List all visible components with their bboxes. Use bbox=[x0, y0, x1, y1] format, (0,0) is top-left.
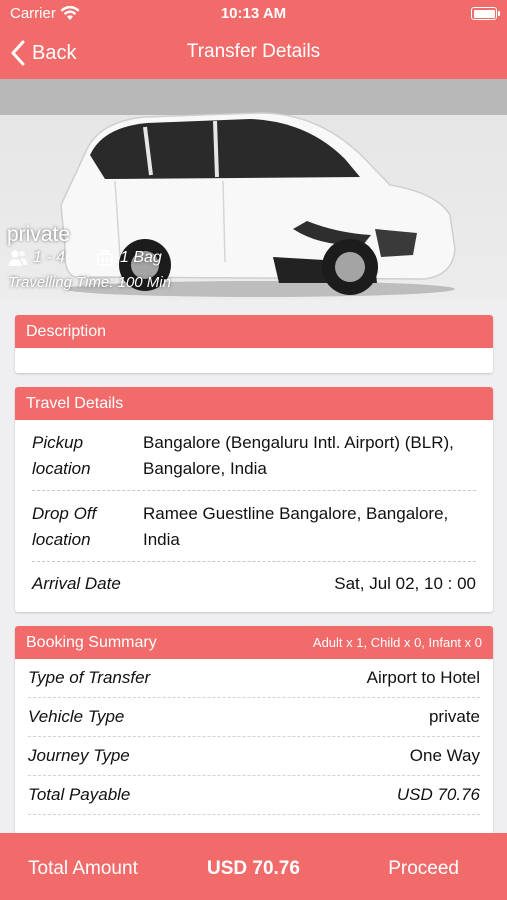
vehicle-hero: private 1 - 4 1 Bag Travelling Time: 100… bbox=[0, 79, 507, 300]
vehicle-capacity: 1 - 4 1 Bag bbox=[8, 249, 162, 267]
vehicle-image bbox=[60, 112, 456, 297]
proceed-button[interactable]: Proceed bbox=[388, 858, 459, 880]
arrival-value: Sat, Jul 02, 10 : 00 bbox=[334, 574, 476, 593]
summary-value: USD 70.76 bbox=[396, 785, 480, 804]
total-amount-label: Total Amount bbox=[28, 858, 138, 879]
travelling-time: Travelling Time: 100 Min bbox=[8, 274, 171, 291]
passengers-count: 1 - 4 bbox=[33, 249, 66, 266]
page-title: Transfer Details bbox=[186, 41, 321, 62]
pickup-value: Bangalore (Bengaluru Intl. Airport) (BLR… bbox=[143, 433, 454, 478]
luggage-icon bbox=[97, 250, 113, 266]
summary-row-total-payable: Total Payable USD 70.76 bbox=[28, 776, 480, 815]
passengers-icon bbox=[8, 250, 28, 266]
summary-value: Airport to Hotel bbox=[366, 668, 480, 687]
booking-summary-card: Booking Summary Adult x 1, Child x 0, In… bbox=[15, 626, 493, 841]
status-bar: Carrier 10:13 AM bbox=[0, 0, 507, 28]
pickup-row: Pickup location Bangalore (Bengaluru Int… bbox=[32, 420, 476, 491]
description-header: Description bbox=[15, 315, 493, 348]
summary-row-transfer-type: Type of Transfer Airport to Hotel bbox=[28, 659, 480, 698]
summary-label: Vehicle Type bbox=[28, 707, 125, 726]
nav-bar: Back Transfer Details bbox=[0, 28, 507, 79]
summary-row-vehicle-type: Vehicle Type private bbox=[28, 698, 480, 737]
arrival-row: Arrival Date Sat, Jul 02, 10 : 00 bbox=[32, 562, 476, 605]
description-card: Description bbox=[15, 315, 493, 373]
dropoff-value: Ramee Guestline Bangalore, Bangalore, In… bbox=[143, 504, 449, 549]
description-title: Description bbox=[26, 322, 107, 340]
pickup-label: Pickup location bbox=[32, 433, 91, 478]
summary-label: Type of Transfer bbox=[28, 668, 151, 687]
passenger-breakdown: Adult x 1, Child x 0, Infant x 0 bbox=[312, 635, 482, 650]
dropoff-row: Drop Off location Ramee Guestline Bangal… bbox=[32, 491, 476, 562]
summary-value: private bbox=[428, 707, 480, 726]
booking-summary-title: Booking Summary bbox=[26, 633, 157, 651]
summary-label: Journey Type bbox=[28, 746, 130, 765]
summary-row-journey-type: Journey Type One Way bbox=[28, 737, 480, 776]
checkout-bar: Total Amount USD 70.76 Proceed bbox=[0, 833, 507, 900]
battery-icon bbox=[471, 7, 500, 20]
booking-summary-header: Booking Summary Adult x 1, Child x 0, In… bbox=[15, 626, 493, 659]
travel-details-card: Travel Details Pickup location Bangalore… bbox=[15, 387, 493, 612]
clock: 10:13 AM bbox=[220, 5, 287, 22]
arrival-label: Arrival Date bbox=[32, 574, 121, 593]
vehicle-type-label: private bbox=[7, 223, 71, 246]
dropoff-label: Drop Off location bbox=[32, 504, 97, 549]
total-amount-value: USD 70.76 bbox=[207, 858, 300, 879]
summary-label: Total Payable bbox=[28, 785, 131, 804]
travel-details-title: Travel Details bbox=[26, 394, 124, 412]
bags-count: 1 Bag bbox=[120, 249, 162, 266]
travel-details-header: Travel Details bbox=[15, 387, 493, 420]
summary-value: One Way bbox=[409, 746, 480, 765]
